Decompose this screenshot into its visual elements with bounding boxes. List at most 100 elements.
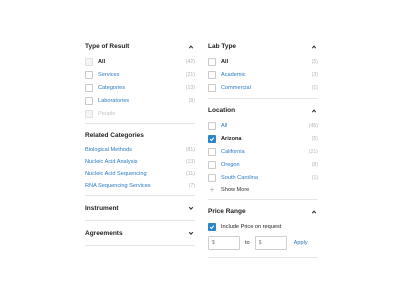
option-label: All	[221, 122, 228, 129]
option-count: (1)	[311, 84, 318, 91]
chevron-up-icon[interactable]	[310, 208, 318, 216]
checkbox-checked[interactable]	[208, 134, 216, 143]
min-price-input[interactable]	[208, 236, 240, 250]
show-more-label: Show More	[221, 187, 250, 193]
section-title: Related Categories	[85, 132, 144, 139]
option-label: Laboratories	[98, 97, 130, 104]
option-label: Academic	[221, 71, 246, 78]
checkbox[interactable]	[208, 121, 216, 130]
checkbox[interactable]	[208, 57, 216, 66]
option-count: (8)	[311, 161, 318, 168]
option-label: Oregon	[221, 161, 240, 168]
location-section: Location All (45) Arizona (5) California…	[208, 99, 318, 200]
chevron-down-icon[interactable]	[187, 229, 195, 237]
chevron-up-icon[interactable]	[310, 43, 318, 51]
option-count: (5)	[311, 135, 318, 142]
filter-option-oregon[interactable]: Oregon (8)	[208, 158, 318, 171]
checkbox[interactable]	[85, 96, 93, 105]
chevron-up-icon[interactable]	[310, 107, 318, 115]
checkbox[interactable]	[85, 57, 93, 66]
link-count: (11)	[186, 171, 195, 177]
filter-option-arizona[interactable]: Arizona (5)	[208, 132, 318, 145]
filter-option-commercial[interactable]: Commercial (1)	[208, 81, 318, 94]
section-title: Lab Type	[208, 43, 237, 50]
instrument-header[interactable]: Instrument	[85, 199, 195, 217]
filter-option-services[interactable]: Services (21)	[85, 68, 195, 81]
link-count: (13)	[185, 159, 195, 165]
section-title: Price Range	[208, 208, 246, 215]
option-count: (13)	[185, 84, 195, 91]
filter-option-academic[interactable]: Academic (3)	[208, 68, 318, 81]
checkbox[interactable]	[208, 70, 216, 79]
checkbox-checked[interactable]	[208, 222, 216, 231]
link-count: (81)	[185, 147, 195, 153]
filter-option-all[interactable]: All (5)	[208, 55, 318, 68]
chevron-up-icon[interactable]	[187, 43, 195, 51]
checkbox[interactable]	[208, 147, 216, 156]
related-category-link[interactable]: Nucleic Acid Analysis (13)	[85, 156, 195, 168]
option-count: (42)	[185, 58, 195, 65]
lab-type-section: Lab Type All (5) Academic (3) Commercial…	[208, 38, 318, 99]
option-count: (8)	[188, 97, 195, 104]
agreements-header[interactable]: Agreements	[85, 224, 195, 242]
to-label: to	[245, 240, 250, 246]
instrument-section: Instrument	[85, 196, 195, 221]
checkbox[interactable]	[208, 83, 216, 92]
type-of-result-section: Type of Result All (42) Services (21) Ca…	[85, 38, 195, 124]
include-price-on-request-option[interactable]: Include Price on request	[208, 220, 318, 233]
option-label: Arizona	[221, 135, 242, 142]
chevron-down-icon[interactable]	[187, 204, 195, 212]
link-count: (7)	[188, 183, 195, 189]
option-label: California	[221, 148, 245, 155]
link-label[interactable]: RNA Sequencing Services	[85, 183, 189, 189]
show-more-button[interactable]: + Show More	[208, 184, 318, 196]
check-icon	[209, 136, 215, 141]
link-label[interactable]: Nucleic Acid Sequencing	[85, 171, 186, 177]
agreements-section: Agreements	[85, 221, 195, 246]
related-categories-header: Related Categories	[85, 127, 195, 144]
location-header[interactable]: Location	[208, 102, 318, 119]
left-filter-column: Type of Result All (42) Services (21) Ca…	[85, 38, 195, 246]
related-category-link[interactable]: Nucleic Acid Sequencing (11)	[85, 168, 195, 180]
related-category-link[interactable]: Biological Methods (81)	[85, 144, 195, 156]
link-label[interactable]: Nucleic Acid Analysis	[85, 159, 186, 165]
apply-button[interactable]: Apply	[294, 240, 308, 246]
option-label: All	[221, 58, 229, 65]
option-label: Services	[98, 71, 120, 78]
filter-option-people: People	[85, 107, 195, 120]
max-price-input[interactable]	[254, 236, 287, 250]
related-category-link[interactable]: RNA Sequencing Services (7)	[85, 180, 195, 192]
filter-option-all[interactable]: All (45)	[208, 119, 318, 132]
option-label: Include Price on request	[221, 223, 282, 230]
price-range-section: Price Range Include Price on request to …	[208, 200, 318, 258]
filter-option-all[interactable]: All (42)	[85, 55, 195, 68]
section-title: Location	[208, 107, 236, 114]
option-count: (3)	[311, 71, 318, 78]
section-title: Type of Result	[85, 43, 130, 50]
filter-option-laboratories[interactable]: Laboratories (8)	[85, 94, 195, 107]
lab-type-header[interactable]: Lab Type	[208, 38, 318, 55]
option-label: South Carolina	[221, 174, 259, 181]
price-range-inputs: to Apply	[208, 233, 318, 253]
option-label: All	[98, 58, 106, 65]
checkbox	[85, 109, 93, 118]
checkbox[interactable]	[85, 70, 93, 79]
checkbox[interactable]	[85, 83, 93, 92]
section-title: Instrument	[85, 204, 119, 212]
option-count: (1)	[311, 174, 318, 181]
section-title: Agreements	[85, 229, 123, 237]
option-count: (21)	[308, 148, 318, 155]
checkbox[interactable]	[208, 160, 216, 169]
type-of-result-header[interactable]: Type of Result	[85, 38, 195, 55]
checkbox[interactable]	[208, 173, 216, 182]
right-filter-column: Lab Type All (5) Academic (3) Commercial…	[208, 38, 318, 258]
option-label: Commercial	[221, 84, 251, 91]
filter-option-categories[interactable]: Categories (13)	[85, 81, 195, 94]
filter-option-california[interactable]: California (21)	[208, 145, 318, 158]
price-range-header[interactable]: Price Range	[208, 203, 318, 220]
option-count: (5)	[311, 58, 318, 65]
option-count: (21)	[185, 71, 195, 78]
plus-icon: +	[209, 185, 215, 194]
link-label[interactable]: Biological Methods	[85, 147, 186, 153]
filter-option-south-carolina[interactable]: South Carolina (1)	[208, 171, 318, 184]
